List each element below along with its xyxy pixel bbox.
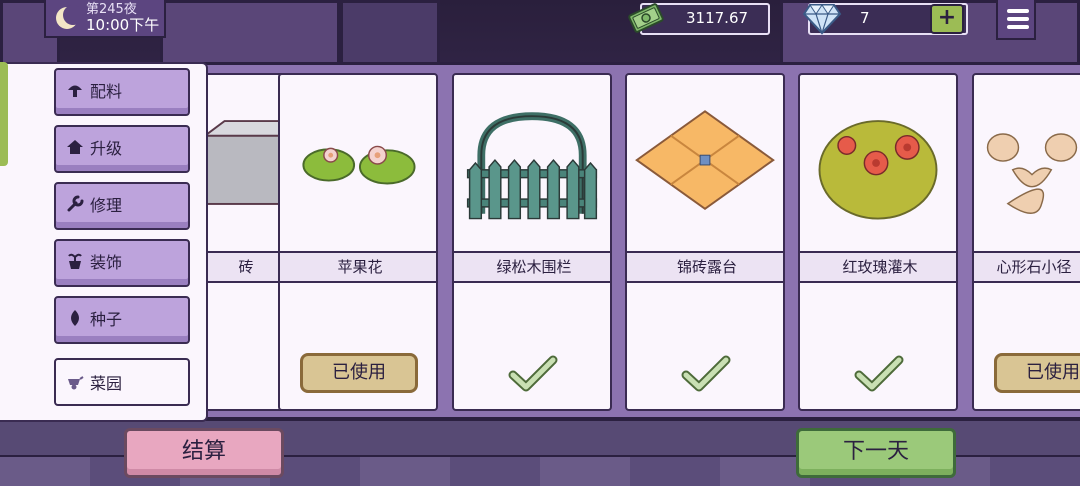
mushroom-icon (68, 85, 82, 97)
hamburger-icon (1007, 25, 1029, 29)
used-badge: 已使用 (994, 353, 1080, 393)
diamond-icon (802, 4, 842, 35)
tile-patio-art (635, 110, 775, 211)
item-card[interactable]: 苹果花 已使用 (278, 73, 438, 411)
item-name: 红玫瑰灌木 (800, 251, 956, 283)
sidebar-item-label: 配料 (90, 81, 123, 101)
sidebar-item-label: 装饰 (90, 252, 123, 272)
sidebar-item-label: 菜园 (90, 374, 123, 393)
sidebar-item-label: 种子 (90, 309, 123, 329)
settle-button[interactable]: 结算 (124, 428, 284, 478)
next-day-button[interactable]: 下一天 (796, 428, 956, 478)
item-name: 锦砖露台 (627, 251, 783, 283)
red-rose-bush-art (818, 120, 938, 220)
plant-pot-icon (68, 253, 82, 269)
item-card[interactable]: 心形石小径 已使用 (972, 73, 1080, 411)
home-icon (67, 139, 83, 154)
sidebar-item-repair[interactable]: 修理 (54, 182, 190, 230)
money-value: 3117.67 (686, 9, 749, 27)
clock-time: 10:00下午 (86, 16, 160, 34)
menu-button[interactable] (996, 0, 1036, 40)
sidebar-item-upgrade[interactable]: 升级 (54, 125, 190, 173)
sidebar-item-ingredients[interactable]: 配料 (54, 68, 190, 116)
cash-icon (628, 3, 664, 33)
apple-blossom-art (302, 145, 416, 185)
sidebar-item-label: 修理 (90, 195, 123, 215)
seed-icon (71, 309, 79, 326)
wrench-icon (67, 195, 84, 211)
item-card[interactable]: 绿松木围栏 (452, 73, 612, 411)
selection-pointer (208, 368, 222, 392)
moon-icon (54, 5, 83, 31)
sidebar-item-label: 升级 (90, 138, 123, 158)
used-badge: 已使用 (300, 353, 418, 393)
sidebar-item-garden[interactable]: 菜园 (54, 358, 190, 406)
item-card[interactable]: 红玫瑰灌木 (798, 73, 958, 411)
item-name: 心形石小径 (974, 251, 1080, 283)
wheelbarrow-icon (68, 376, 84, 390)
background-building (340, 0, 440, 70)
check-icon (854, 355, 904, 392)
item-card[interactable]: 锦砖露台 (625, 73, 785, 411)
heart-stone-path-art (986, 133, 1078, 214)
time-display: 第245夜 10:00下午 (44, 0, 166, 38)
night-counter: 第245夜 (86, 2, 137, 17)
sidebar-accent (0, 62, 8, 166)
item-name: 绿松木围栏 (454, 251, 610, 283)
sidebar-item-seeds[interactable]: 种子 (54, 296, 190, 344)
teal-fence-art (466, 112, 598, 220)
hamburger-icon (1007, 17, 1029, 21)
add-gems-button[interactable]: + (930, 4, 964, 34)
item-name: 苹果花 (280, 251, 436, 283)
background-building (160, 0, 340, 70)
check-icon (508, 355, 558, 392)
check-icon (681, 355, 731, 392)
gem-value: 7 (860, 9, 870, 27)
hamburger-icon (1007, 9, 1029, 13)
sidebar-item-decor[interactable]: 装饰 (54, 239, 190, 287)
